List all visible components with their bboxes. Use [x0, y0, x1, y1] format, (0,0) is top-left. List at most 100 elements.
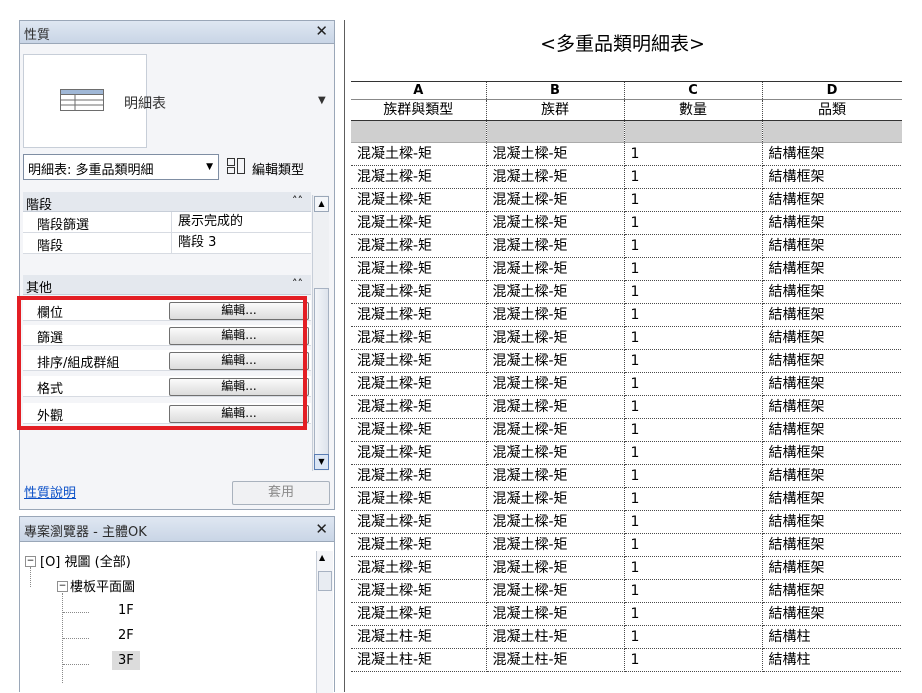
- header-family-and-type[interactable]: 族群與類型: [351, 99, 487, 121]
- cell-family[interactable]: 混凝土樑-矩: [486, 165, 625, 189]
- cell-family-and-type[interactable]: 混凝土樑-矩: [351, 257, 487, 281]
- cell-count[interactable]: 1: [624, 165, 763, 189]
- cell-category[interactable]: 結構框架: [762, 487, 903, 511]
- cell-family-and-type[interactable]: 混凝土樑-矩: [351, 372, 487, 396]
- edit-type-button[interactable]: 編輯類型: [222, 154, 334, 180]
- tree-item-1f[interactable]: 1F: [118, 603, 134, 618]
- group-phasing[interactable]: 階段 ˄˄: [23, 192, 311, 213]
- type-dropdown-icon[interactable]: ▼: [318, 95, 326, 106]
- cell-count[interactable]: 1: [624, 280, 763, 304]
- cell-family-and-type[interactable]: 混凝土樑-矩: [351, 303, 487, 327]
- tree-item-views[interactable]: [O] 視圖 (全部): [40, 551, 131, 570]
- project-browser-close-icon[interactable]: ✕: [315, 520, 328, 538]
- table-row[interactable]: 混凝土樑-矩 混凝土樑-矩 1 結構框架: [351, 464, 903, 488]
- edit-formatting-button[interactable]: 編輯...: [169, 378, 309, 396]
- cell-category[interactable]: 結構框架: [762, 533, 903, 557]
- cell-family-and-type[interactable]: 混凝土樑-矩: [351, 326, 487, 350]
- collapse-icon[interactable]: ˄˄: [292, 277, 303, 290]
- cell-category[interactable]: 結構框架: [762, 280, 903, 304]
- tree-item-3f[interactable]: 3F: [112, 651, 140, 670]
- cell-category[interactable]: 結構框架: [762, 165, 903, 189]
- collapse-views-icon[interactable]: −: [25, 556, 36, 567]
- cell-count[interactable]: 1: [624, 556, 763, 580]
- properties-close-icon[interactable]: ✕: [315, 22, 328, 40]
- tree-item-2f[interactable]: 2F: [118, 628, 134, 643]
- table-row[interactable]: 混凝土樑-矩 混凝土樑-矩 1 結構框架: [351, 142, 903, 166]
- cell-count[interactable]: 1: [624, 487, 763, 511]
- apply-button[interactable]: 套用: [232, 481, 330, 505]
- cell-family-and-type[interactable]: 混凝土樑-矩: [351, 165, 487, 189]
- cell-count[interactable]: 1: [624, 142, 763, 166]
- cell-family-and-type[interactable]: 混凝土樑-矩: [351, 349, 487, 373]
- cell-family[interactable]: 混凝土樑-矩: [486, 303, 625, 327]
- cell-category[interactable]: 結構框架: [762, 211, 903, 235]
- cell-family-and-type[interactable]: 混凝土樑-矩: [351, 602, 487, 626]
- cell-count[interactable]: 1: [624, 372, 763, 396]
- cell-family[interactable]: 混凝土樑-矩: [486, 487, 625, 511]
- cell-family-and-type[interactable]: 混凝土樑-矩: [351, 533, 487, 557]
- table-row[interactable]: 混凝土樑-矩 混凝土樑-矩 1 結構框架: [351, 418, 903, 442]
- table-row[interactable]: 混凝土樑-矩 混凝土樑-矩 1 結構框架: [351, 533, 903, 557]
- table-row[interactable]: 混凝土樑-矩 混凝土樑-矩 1 結構框架: [351, 234, 903, 258]
- cell-family-and-type[interactable]: 混凝土樑-矩: [351, 188, 487, 212]
- cell-count[interactable]: 1: [624, 188, 763, 212]
- cell-family[interactable]: 混凝土樑-矩: [486, 441, 625, 465]
- table-row[interactable]: 混凝土樑-矩 混凝土樑-矩 1 結構框架: [351, 280, 903, 304]
- cell-family[interactable]: 混凝土樑-矩: [486, 211, 625, 235]
- cell-family-and-type[interactable]: 混凝土柱-矩: [351, 648, 487, 672]
- table-row[interactable]: 混凝土樑-矩 混凝土樑-矩 1 結構框架: [351, 487, 903, 511]
- cell-family[interactable]: 混凝土樑-矩: [486, 372, 625, 396]
- scroll-thumb[interactable]: [314, 288, 329, 460]
- cell-count[interactable]: 1: [624, 395, 763, 419]
- tree-item-floor-plans[interactable]: 樓板平面圖: [70, 576, 135, 595]
- cell-family[interactable]: 混凝土樑-矩: [486, 556, 625, 580]
- prop-value-phase[interactable]: 階段 3: [171, 233, 312, 253]
- cell-category[interactable]: 結構框架: [762, 464, 903, 488]
- cell-count[interactable]: 1: [624, 211, 763, 235]
- table-row[interactable]: 混凝土樑-矩 混凝土樑-矩 1 結構框架: [351, 303, 903, 327]
- table-row[interactable]: 混凝土樑-矩 混凝土樑-矩 1 結構框架: [351, 188, 903, 212]
- cell-category[interactable]: 結構框架: [762, 579, 903, 603]
- cell-family-and-type[interactable]: 混凝土樑-矩: [351, 211, 487, 235]
- cell-count[interactable]: 1: [624, 602, 763, 626]
- cell-category[interactable]: 結構框架: [762, 188, 903, 212]
- cell-count[interactable]: 1: [624, 349, 763, 373]
- cell-family[interactable]: 混凝土樑-矩: [486, 395, 625, 419]
- table-row[interactable]: 混凝土樑-矩 混凝土樑-矩 1 結構框架: [351, 579, 903, 603]
- group-other[interactable]: 其他 ˄˄: [23, 275, 311, 296]
- table-row[interactable]: 混凝土樑-矩 混凝土樑-矩 1 結構框架: [351, 326, 903, 350]
- cell-family-and-type[interactable]: 混凝土樑-矩: [351, 556, 487, 580]
- table-row[interactable]: 混凝土樑-矩 混凝土樑-矩 1 結構框架: [351, 441, 903, 465]
- cell-family[interactable]: 混凝土樑-矩: [486, 326, 625, 350]
- table-row[interactable]: 混凝土樑-矩 混凝土樑-矩 1 結構框架: [351, 257, 903, 281]
- cell-category[interactable]: 結構框架: [762, 234, 903, 258]
- cell-category[interactable]: 結構框架: [762, 441, 903, 465]
- table-row[interactable]: 混凝土柱-矩 混凝土柱-矩 1 結構柱: [351, 625, 903, 649]
- cell-category[interactable]: 結構框架: [762, 372, 903, 396]
- cell-family-and-type[interactable]: 混凝土樑-矩: [351, 464, 487, 488]
- cell-count[interactable]: 1: [624, 625, 763, 649]
- cell-category[interactable]: 結構柱: [762, 648, 903, 672]
- table-row[interactable]: 混凝土柱-矩 混凝土柱-矩 1 結構柱: [351, 648, 903, 672]
- scroll-down-icon[interactable]: ▼: [314, 454, 329, 470]
- prop-value-phase-filter[interactable]: 展示完成的: [171, 212, 312, 232]
- table-row[interactable]: 混凝土樑-矩 混凝土樑-矩 1 結構框架: [351, 602, 903, 626]
- cell-category[interactable]: 結構框架: [762, 395, 903, 419]
- cell-count[interactable]: 1: [624, 326, 763, 350]
- table-row[interactable]: 混凝土樑-矩 混凝土樑-矩 1 結構框架: [351, 372, 903, 396]
- cell-family-and-type[interactable]: 混凝土樑-矩: [351, 234, 487, 258]
- cell-count[interactable]: 1: [624, 464, 763, 488]
- cell-family-and-type[interactable]: 混凝土柱-矩: [351, 625, 487, 649]
- cell-family-and-type[interactable]: 混凝土樑-矩: [351, 441, 487, 465]
- instance-selector[interactable]: 明細表: 多重品類明細 ▼: [23, 154, 219, 180]
- edit-appearance-button[interactable]: 編輯...: [169, 405, 309, 423]
- cell-count[interactable]: 1: [624, 533, 763, 557]
- cell-count[interactable]: 1: [624, 441, 763, 465]
- cell-count[interactable]: 1: [624, 648, 763, 672]
- cell-category[interactable]: 結構框架: [762, 303, 903, 327]
- table-row[interactable]: 混凝土樑-矩 混凝土樑-矩 1 結構框架: [351, 510, 903, 534]
- cell-category[interactable]: 結構框架: [762, 418, 903, 442]
- column-letter-b[interactable]: B: [486, 81, 625, 100]
- cell-family[interactable]: 混凝土樑-矩: [486, 142, 625, 166]
- cell-category[interactable]: 結構框架: [762, 510, 903, 534]
